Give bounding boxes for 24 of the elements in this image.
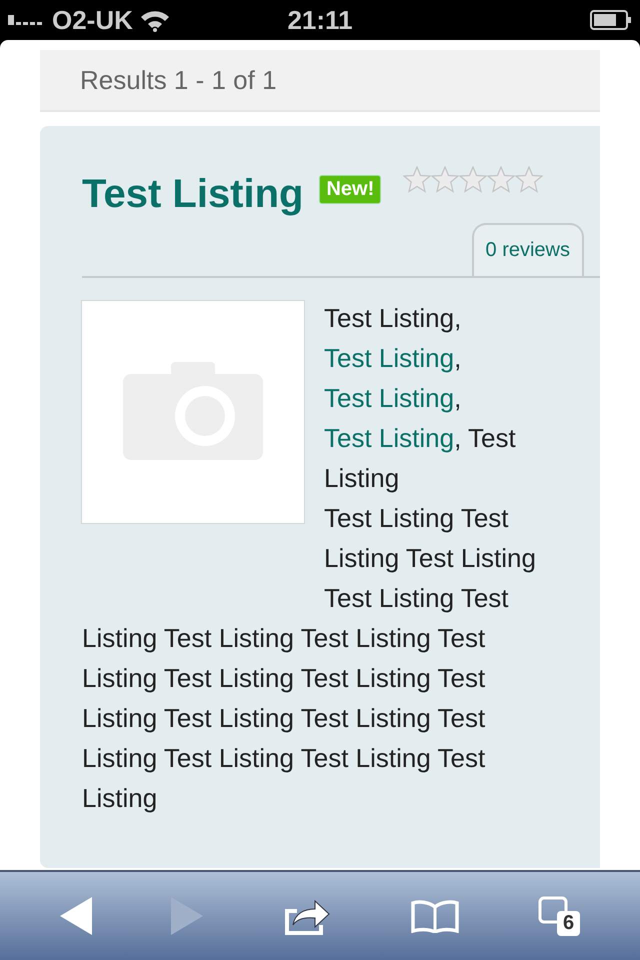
results-count: Results 1 - 1 of 1 — [80, 64, 277, 96]
new-badge: New! — [319, 175, 382, 204]
bookmarks-icon[interactable] — [410, 899, 459, 933]
star-icon — [403, 166, 432, 193]
listing-link[interactable]: Test Listing — [324, 383, 454, 413]
share-icon[interactable] — [282, 897, 331, 935]
carrier-name: O2-UK — [52, 4, 133, 36]
tab-count: 6 — [557, 911, 580, 936]
star-icon — [487, 166, 516, 193]
reviews-tab[interactable]: 0 reviews — [472, 223, 584, 276]
listing-title[interactable]: Test Listing — [82, 172, 304, 217]
star-icon — [515, 166, 544, 193]
description-text: Test Listing, Test Listing, Test Listing, Test Listing, Test Listing — [324, 302, 517, 495]
back-icon[interactable] — [60, 897, 92, 935]
tabs-button[interactable]: 6 — [538, 896, 580, 936]
star-rating[interactable] — [403, 166, 544, 193]
clock-time: 21:11 — [287, 4, 353, 36]
description-text: Listing Test Listing Test Listing Test Listing Test Listing Test Listing Test Listing Test Listing Test Listing Test Listing Test Listing Test Listing Test Listing — [82, 622, 486, 815]
star-icon — [459, 166, 488, 193]
listing-link[interactable]: Test Listing — [324, 343, 454, 373]
battery-icon — [590, 10, 632, 30]
description-text: Test Listing Test Listing Test Listing Test Listing Test — [324, 502, 537, 615]
star-icon — [431, 166, 460, 193]
listing-link[interactable]: Test Listing — [324, 423, 454, 453]
